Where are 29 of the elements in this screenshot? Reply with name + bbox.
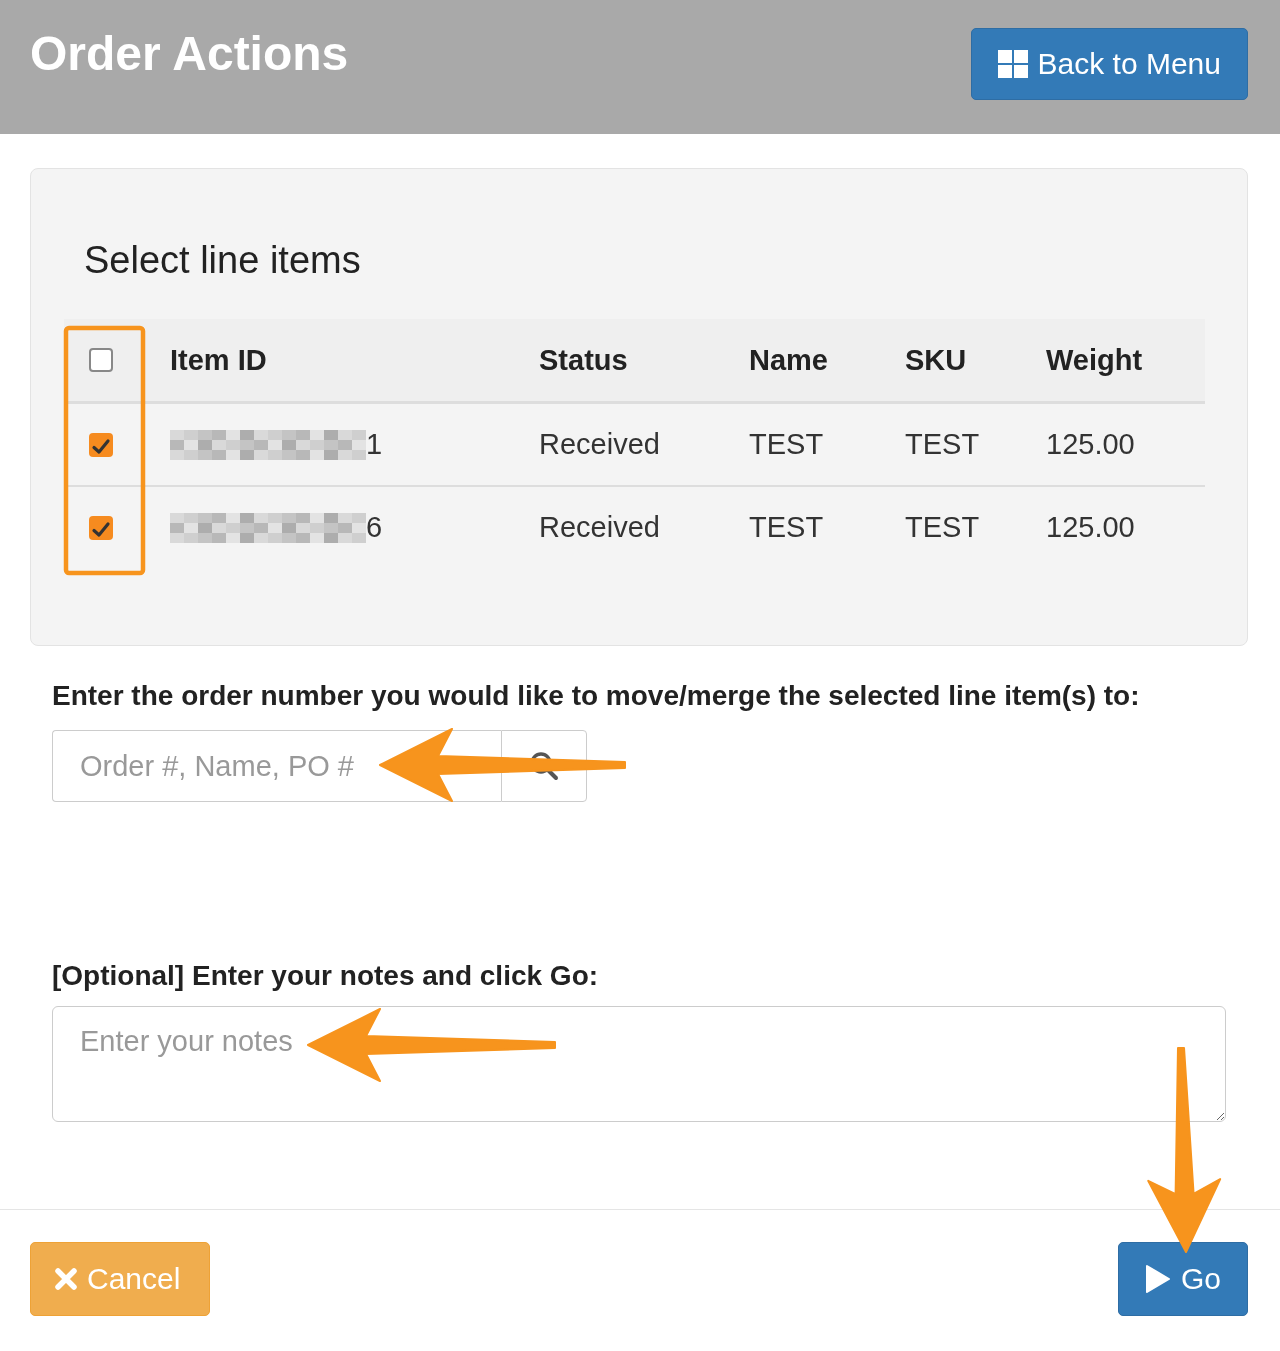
field-label: [Optional] Enter your notes and click Go: [52,962,600,990]
checkbox[interactable] [89,515,113,540]
table-cell: Received [539,428,660,460]
go-button[interactable]: Go [1118,1242,1248,1316]
column-header: Name [749,343,828,376]
table-cell: Received [539,511,660,543]
table-cell: 6 [366,511,383,544]
column-header: Weight [1046,343,1143,376]
play-icon [1145,1264,1171,1294]
table-cell: TEST [905,511,980,543]
table-cell: TEST [749,428,824,460]
grid-icon [997,50,1028,78]
table-cell: TEST [749,511,824,543]
order-search-field[interactable]: Order #, Name, PO # [52,730,501,802]
column-header: Status [539,343,628,376]
column-header: SKU [905,343,967,376]
checkbox[interactable] [89,432,113,457]
table-cell: TEST [905,428,980,460]
panel-title: Select line items [84,241,362,279]
back-to-menu-button[interactable]: Back to Menu [970,28,1248,100]
column-header: Item ID [170,343,267,376]
field-label: Enter the order number you would like to move/merge the selected line item(s) to: [52,682,1141,710]
table-cell: 125.00 [1046,428,1135,460]
checkbox[interactable] [89,348,113,372]
notes-field[interactable]: Enter your notes [52,1006,1226,1122]
page-title: Order Actions [30,28,349,81]
close-icon [55,1268,77,1290]
table-cell: 125.00 [1046,511,1135,543]
table-cell: 1 [366,428,383,461]
